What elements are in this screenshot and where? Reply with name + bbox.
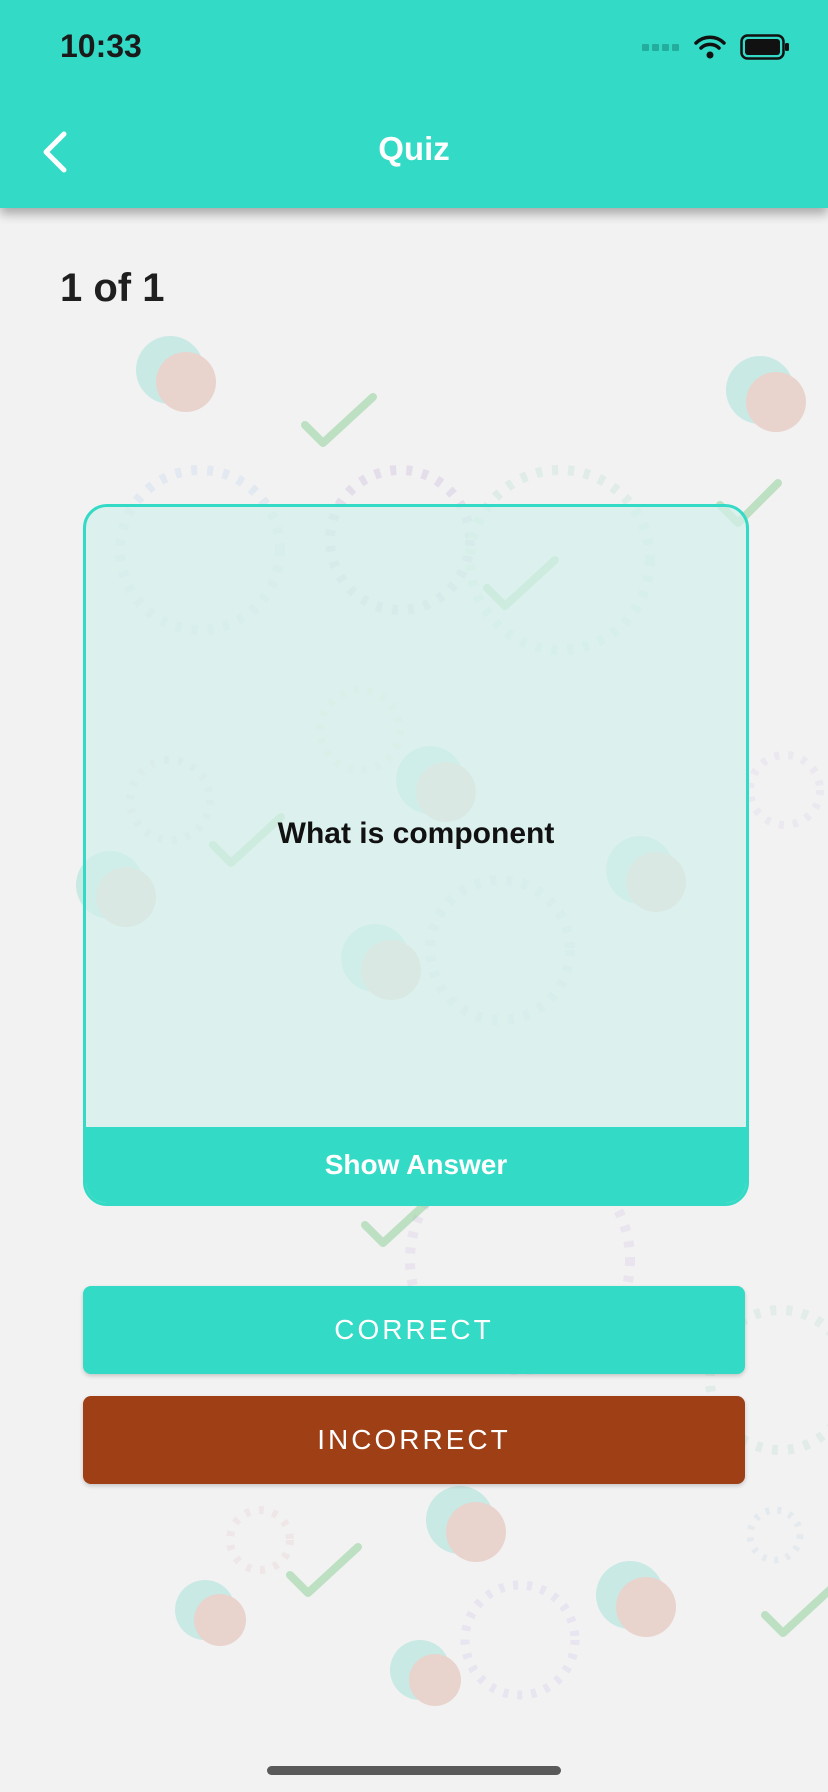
show-answer-button[interactable]: Show Answer bbox=[86, 1127, 746, 1203]
question-card: What is component Show Answer bbox=[83, 504, 749, 1206]
home-indicator bbox=[267, 1766, 561, 1775]
app-header: 10:33 Quiz bbox=[0, 0, 828, 208]
status-icons bbox=[642, 34, 790, 60]
correct-button[interactable]: CORRECT bbox=[83, 1286, 745, 1374]
question-progress: 1 of 1 bbox=[60, 266, 165, 310]
page-title: Quiz bbox=[378, 130, 450, 167]
status-time: 10:33 bbox=[60, 28, 142, 64]
question-text: What is component bbox=[277, 817, 555, 850]
signal-icon bbox=[642, 44, 679, 51]
show-answer-label: Show Answer bbox=[324, 1149, 508, 1180]
wifi-icon bbox=[694, 35, 726, 59]
incorrect-button[interactable]: INCORRECT bbox=[83, 1396, 745, 1484]
battery-icon bbox=[740, 34, 789, 60]
